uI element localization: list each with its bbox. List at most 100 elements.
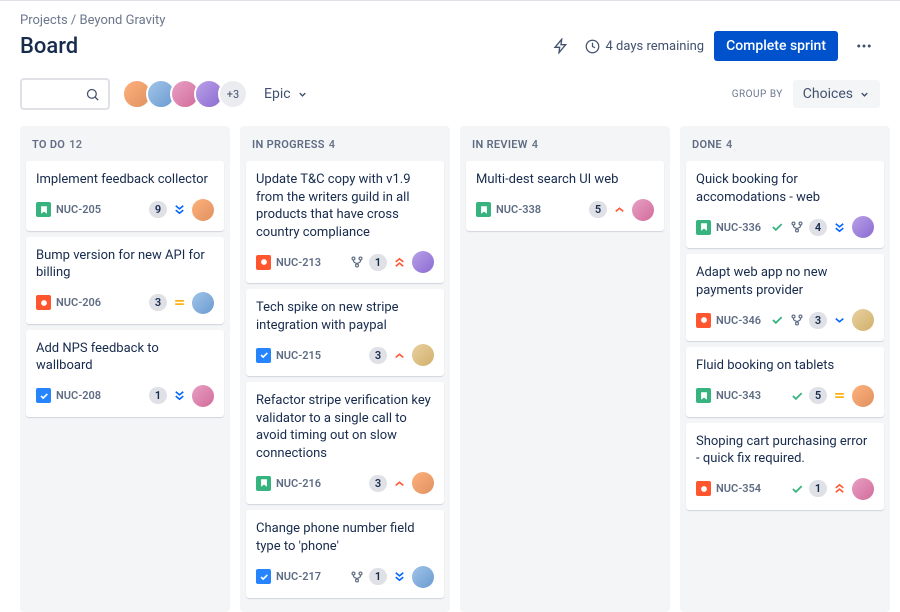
card-footer: NUC-343 5 [696, 385, 874, 407]
time-remaining-text: 4 days remaining [606, 39, 705, 54]
assignee-avatar[interactable] [852, 309, 874, 331]
chevron-down-icon [859, 89, 870, 100]
priority-highest-icon [832, 481, 847, 496]
assignee-avatar[interactable] [192, 385, 214, 407]
card-title: Adapt web app no new payments provider [696, 264, 874, 299]
board: TO DO12 Implement feedback collector NUC… [0, 126, 900, 612]
group-by-label: GROUP BY [732, 89, 783, 100]
card-key: NUC-336 [716, 221, 761, 234]
card[interactable]: Tech spike on new stripe integration wit… [246, 289, 444, 376]
card[interactable]: Shoping cart purchasing error - quick fi… [686, 423, 884, 510]
card[interactable]: Add NPS feedback to wallboard NUC-208 1 [26, 330, 224, 417]
card-key: NUC-213 [276, 256, 321, 269]
story-points-badge: 1 [369, 568, 387, 585]
priority-lowest-icon [392, 569, 407, 584]
check-icon [769, 313, 784, 328]
card-title: Multi-dest search UI web [476, 171, 654, 189]
assignee-avatar[interactable] [852, 478, 874, 500]
column-header: TO DO12 [26, 134, 224, 161]
priority-high-icon [392, 476, 407, 491]
assignee-avatar[interactable] [852, 216, 874, 238]
bolt-icon[interactable] [547, 32, 575, 60]
complete-sprint-button[interactable]: Complete sprint [714, 31, 838, 61]
card-key: NUC-354 [716, 482, 761, 495]
column-header: DONE4 [686, 134, 884, 161]
column-todo: TO DO12 Implement feedback collector NUC… [20, 126, 230, 612]
card[interactable]: Refactor stripe verification key validat… [246, 382, 444, 504]
card[interactable]: Update T&C copy with v1.9 from the write… [246, 161, 444, 283]
header-actions: 4 days remaining Complete sprint [547, 30, 880, 62]
assignee-avatar[interactable] [412, 344, 434, 366]
card[interactable]: Quick booking for accomodations - web NU… [686, 161, 884, 248]
search-icon [85, 87, 100, 102]
type-task-icon [256, 569, 271, 584]
card-meta-right: 9 [149, 199, 214, 221]
type-story-icon [696, 220, 711, 235]
column-header: IN REVIEW4 [466, 134, 664, 161]
assignee-avatar[interactable] [192, 292, 214, 314]
priority-lowest-icon [172, 388, 187, 403]
card-title: Update T&C copy with v1.9 from the write… [256, 171, 434, 241]
priority-medium-icon [172, 295, 187, 310]
priority-high-icon [612, 202, 627, 217]
header: Projects / Beyond Gravity Board 4 days r… [0, 0, 900, 70]
card-key: NUC-205 [56, 203, 101, 216]
card-footer: NUC-216 3 [256, 472, 434, 494]
priority-lowest-icon [832, 220, 847, 235]
assignee-avatar[interactable] [192, 199, 214, 221]
story-points-badge: 1 [369, 254, 387, 271]
assignee-avatar[interactable] [412, 566, 434, 588]
card-footer: NUC-217 1 [256, 566, 434, 588]
card-meta-right: 3 [369, 344, 434, 366]
card-meta-right: 5 [589, 199, 654, 221]
assignee-avatar[interactable] [412, 251, 434, 273]
title-row: Board 4 days remaining Complete sprint [20, 30, 880, 62]
card-title: Change phone number field type to 'phone… [256, 520, 434, 555]
check-icon [789, 388, 804, 403]
type-story-icon [256, 476, 271, 491]
clock-icon [585, 39, 600, 54]
card-footer: NUC-206 3 [36, 292, 214, 314]
card[interactable]: Implement feedback collector NUC-205 9 [26, 161, 224, 231]
toolbar: +3 Epic GROUP BY Choices [0, 70, 900, 126]
card-meta-left: NUC-217 [256, 569, 321, 584]
card-key: NUC-206 [56, 296, 101, 309]
assignee-avatar[interactable] [412, 472, 434, 494]
card-key: NUC-216 [276, 477, 321, 490]
card-meta-right: 4 [769, 216, 874, 238]
story-points-badge: 3 [809, 312, 827, 329]
priority-medium-icon [832, 388, 847, 403]
assignee-avatar[interactable] [632, 199, 654, 221]
card-footer: NUC-208 1 [36, 385, 214, 407]
epic-dropdown[interactable]: Epic [260, 80, 312, 108]
card[interactable]: Change phone number field type to 'phone… [246, 510, 444, 597]
group-by-dropdown[interactable]: Choices [793, 80, 880, 108]
card[interactable]: Multi-dest search UI web NUC-338 5 [466, 161, 664, 231]
epic-label: Epic [264, 86, 291, 102]
card-meta-right: 1 [149, 385, 214, 407]
story-points-badge: 1 [149, 387, 167, 404]
more-menu-button[interactable] [848, 30, 880, 62]
card-meta-left: NUC-206 [36, 295, 101, 310]
card-meta-right: 3 [769, 309, 874, 331]
avatar-more[interactable]: +3 [218, 79, 248, 109]
branch-icon [349, 255, 364, 270]
search-input[interactable] [20, 78, 110, 110]
card-meta-left: NUC-343 [696, 388, 761, 403]
page-title: Board [20, 34, 78, 59]
branch-icon [789, 220, 804, 235]
card[interactable]: Fluid booking on tablets NUC-343 5 [686, 347, 884, 417]
card[interactable]: Bump version for new API for billing NUC… [26, 237, 224, 324]
type-bug-icon [696, 313, 711, 328]
card-meta-right: 1 [789, 478, 874, 500]
breadcrumb[interactable]: Projects / Beyond Gravity [20, 13, 880, 28]
toolbar-right: GROUP BY Choices [732, 80, 880, 108]
card-meta-right: 3 [369, 472, 434, 494]
time-remaining: 4 days remaining [585, 39, 705, 54]
card-meta-right: 3 [149, 292, 214, 314]
card-key: NUC-217 [276, 570, 321, 583]
card-title: Add NPS feedback to wallboard [36, 340, 214, 375]
card[interactable]: Adapt web app no new payments provider N… [686, 254, 884, 341]
assignee-avatar[interactable] [852, 385, 874, 407]
assignee-filter: +3 [122, 79, 248, 109]
